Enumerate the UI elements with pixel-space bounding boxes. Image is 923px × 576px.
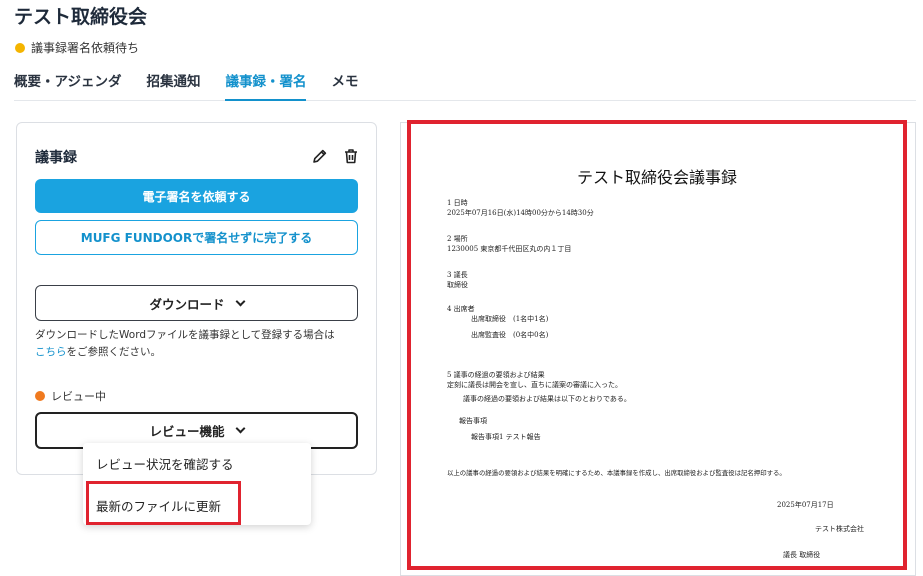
doc-line: 4 出席者 xyxy=(447,305,475,313)
review-menu-label: レビュー機能 xyxy=(149,424,225,439)
doc-line: 5 議事の経過の要領および結果 xyxy=(447,371,545,379)
doc-line: 2 場所 xyxy=(447,235,468,243)
highlight-frame xyxy=(86,481,241,525)
doc-line: 報告事項 xyxy=(459,417,487,425)
doc-line: 報告事項1 テスト報告 xyxy=(471,433,541,441)
doc-line: 出席取締役 (1名中1名) xyxy=(471,315,549,323)
download-note: ダウンロードしたWordファイルを議事録として登録する場合は こちらをご参照くだ… xyxy=(35,327,365,361)
status-dot-icon xyxy=(15,42,25,53)
doc-line: 1230005 東京都千代田区丸の内１丁目 xyxy=(447,245,572,253)
minutes-card: 議事録 電子署名を依頼する MUFG FUNDOORで署名せずに完了する ダウン… xyxy=(16,122,377,475)
help-link[interactable]: こちら xyxy=(35,346,67,358)
review-status-label: レビュー中 xyxy=(51,390,106,403)
tab-overview[interactable]: 概要・アジェンダ xyxy=(14,66,121,101)
minutes-document-preview: テスト取締役会議事録 1 日時 2025年07月16日(水)14時00分から14… xyxy=(407,120,907,570)
meeting-status: 議事録署名依頼待ち xyxy=(15,39,139,56)
chevron-down-icon xyxy=(235,423,245,434)
complete-without-signature-button[interactable]: MUFG FUNDOORで署名せずに完了する xyxy=(35,220,358,255)
doc-line: 以上の議事の経過の要領および結果を明確にするため、本議事録を作成し、出席取締役お… xyxy=(447,469,786,477)
status-label: 議事録署名依頼待ち xyxy=(31,41,140,55)
note-prefix: ダウンロードしたWordファイルを議事録として登録する場合は xyxy=(35,329,335,341)
doc-line: 議事の経過の要領および結果は以下のとおりである。 xyxy=(463,395,631,403)
tab-notice[interactable]: 招集通知 xyxy=(146,66,200,101)
download-button[interactable]: ダウンロード xyxy=(35,285,358,321)
chevron-down-icon xyxy=(235,296,245,306)
doc-line: 出席監査役 (0名中0名) xyxy=(471,331,549,339)
request-signature-button[interactable]: 電子署名を依頼する xyxy=(35,179,358,213)
note-suffix: をご参照ください。 xyxy=(66,346,162,358)
document-title: テスト取締役会議事録 xyxy=(576,168,737,187)
pencil-icon[interactable] xyxy=(310,146,330,166)
doc-line: 定刻に議長は開会を宣し、直ちに議案の審議に入った。 xyxy=(447,381,622,389)
doc-line: 取締役 xyxy=(447,281,468,289)
doc-line: 1 日時 xyxy=(447,199,468,207)
doc-line: 2025年07月17日 xyxy=(777,501,834,509)
tab-memo[interactable]: メモ xyxy=(331,66,358,101)
review-status: レビュー中 xyxy=(35,388,106,404)
download-label: ダウンロード xyxy=(149,296,225,312)
minutes-card-title: 議事録 xyxy=(35,150,77,166)
doc-line: テスト株式会社 xyxy=(815,525,864,533)
check-review-status-item[interactable]: レビュー状況を確認する xyxy=(96,454,234,473)
doc-line: 議長 取締役 xyxy=(783,551,821,559)
trash-icon[interactable] xyxy=(341,146,361,166)
doc-line: 3 議長 xyxy=(447,271,468,279)
review-dot-icon xyxy=(35,391,45,401)
doc-line: 2025年07月16日(水)14時00分から14時30分 xyxy=(447,209,594,217)
tab-bar: 概要・アジェンダ 招集通知 議事録・署名 メモ xyxy=(14,66,916,101)
tab-minutes[interactable]: 議事録・署名 xyxy=(225,66,307,101)
page-title: テスト取締役会 xyxy=(14,6,148,28)
